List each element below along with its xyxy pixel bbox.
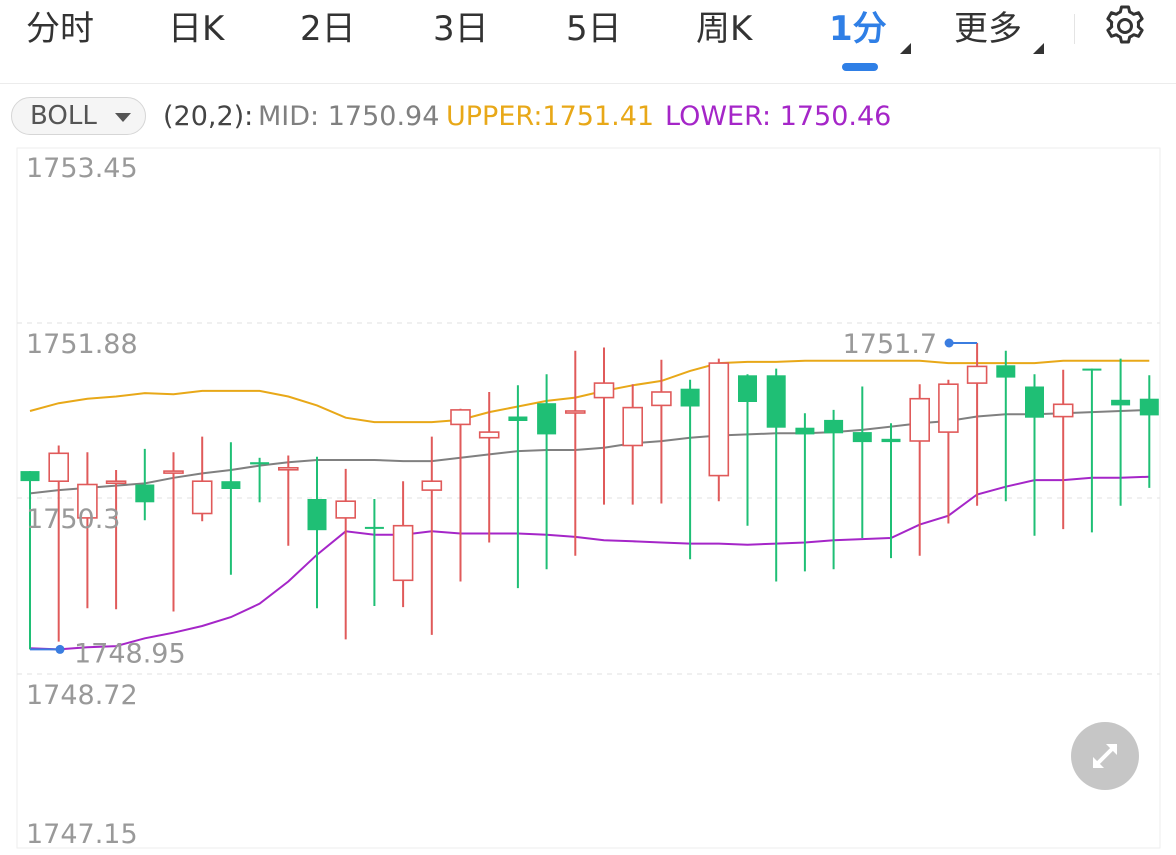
candle-body [708,362,730,477]
candle-body [105,480,127,485]
candle-body [221,481,241,489]
y-axis-label: 1748.72 [26,680,138,711]
candle [1139,375,1159,488]
candle [364,499,384,606]
candle-body [537,403,557,435]
candlestick-chart[interactable]: 1751.7 1748.95 1753.45 1751.88 1750.3 1748.7… [0,0,1176,855]
candle-body [191,480,213,515]
candle-body [450,409,471,426]
candle [938,379,959,524]
candle [1082,368,1102,533]
candle [191,436,213,522]
candle-body [680,388,700,407]
candle [622,384,644,505]
candle [508,385,528,589]
candle [795,413,815,572]
candle [852,386,872,538]
candle [537,374,557,570]
candle-body [651,391,672,407]
candle-body [996,365,1016,378]
candle [708,358,730,502]
candle-body [307,499,327,531]
candle [20,471,40,650]
candle [450,408,471,582]
candle-body [1082,368,1102,371]
y-axis-label: 1753.45 [26,153,138,184]
expand-button[interactable] [1071,722,1139,790]
candle-body [938,383,959,433]
candle [221,442,241,575]
candles [20,343,1159,650]
candle-body [163,470,184,474]
candle-body [1052,403,1074,418]
candle [277,455,299,546]
candle-body [795,427,815,435]
price-markers: 1751.7 1748.95 [30,329,978,669]
candle [1111,358,1131,506]
candle [1052,369,1074,530]
candle-body [335,500,357,519]
candle [335,468,357,640]
candle [1025,374,1044,536]
candle-body [1139,398,1159,416]
candle-body [135,484,155,503]
candle-body [966,365,988,384]
candle-body [250,462,270,465]
min-marker-dot [55,644,65,654]
candle-body [564,410,586,414]
candle [421,436,443,635]
candle [135,448,155,521]
candle-body [1111,399,1131,406]
candle [909,384,931,556]
max-marker-dot [944,338,954,348]
candle-body [392,524,414,582]
candle [392,481,414,608]
candle-body [421,480,443,491]
candle [105,470,127,610]
candle [738,374,757,526]
candle-body [478,431,500,439]
candle [996,350,1016,502]
candle [680,379,700,560]
candle [593,347,615,505]
candle [966,343,988,506]
candle-body [766,375,786,428]
candle-body [622,406,644,447]
y-axis-label: 1750.3 [26,504,120,535]
candle [766,368,786,582]
y-axis-label: 1747.15 [26,819,138,850]
candle-body [824,419,844,434]
max-price-label: 1751.7 [843,329,937,360]
candle-body [277,466,299,471]
y-axis-label: 1751.88 [26,329,138,360]
candle-body [881,438,901,443]
candle-body [508,416,528,421]
min-price-label: 1748.95 [74,638,186,669]
expand-icon [1093,744,1117,768]
candle-body [909,397,931,442]
candle-body [593,382,615,399]
candle [564,350,586,556]
candle-body [1025,386,1044,418]
candle-body [738,375,757,402]
candle-body [48,452,70,482]
candle [48,445,70,642]
candle-body [852,432,872,443]
candle-body [364,526,384,529]
candle [824,409,844,570]
candle [307,456,327,609]
candle-body [20,471,40,482]
